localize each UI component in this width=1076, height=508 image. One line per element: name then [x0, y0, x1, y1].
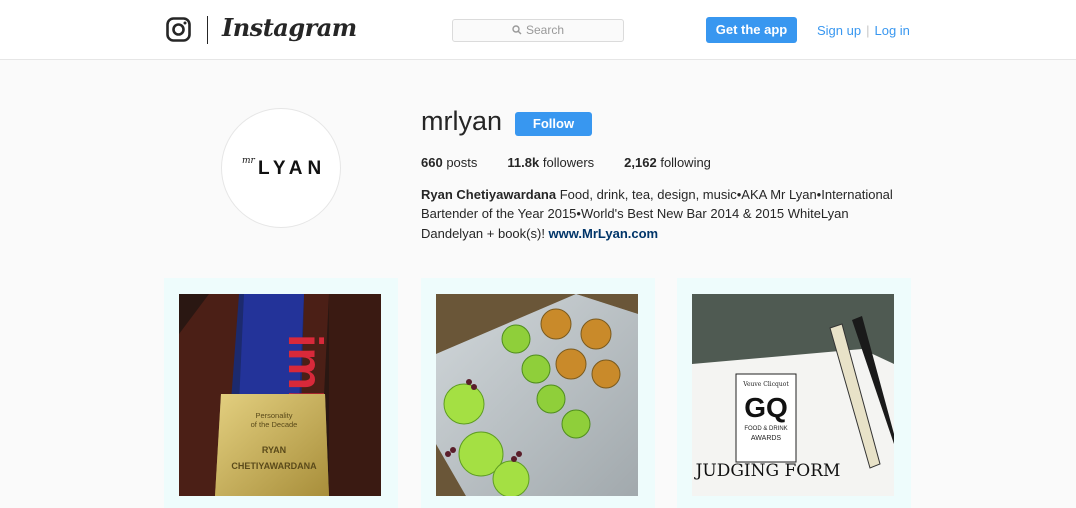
form-brand: Veuve Clicquot: [742, 381, 789, 388]
followers-count[interactable]: 11.8k followers: [507, 155, 594, 170]
instagram-wordmark[interactable]: Instagram: [222, 13, 357, 42]
profile-avatar: mr LYAN: [221, 108, 341, 228]
auth-separator: |: [866, 23, 870, 38]
full-name: Ryan Chetiyawardana: [421, 187, 557, 202]
plaque-line-2: of the Decade: [251, 420, 298, 429]
plaque-line-4: CHETIYAWARDANA: [231, 461, 317, 471]
form-line-food: FOOD & DRINK: [744, 426, 787, 432]
profile-stats: 660 posts 11.8k followers 2,162 following: [421, 155, 741, 170]
form-gq: GQ: [744, 392, 788, 423]
plaque-line-3: RYAN: [262, 445, 286, 455]
logo-divider: [207, 16, 208, 44]
profile-username: mrlyan: [421, 106, 503, 136]
website-link[interactable]: www.MrLyan.com: [549, 226, 659, 241]
get-the-app-button[interactable]: Get the app: [706, 17, 797, 43]
follow-button[interactable]: Follow: [515, 112, 592, 136]
log-in-link[interactable]: Log in: [874, 23, 909, 38]
auth-links: Sign up | Log in: [817, 23, 910, 38]
sign-up-link[interactable]: Sign up: [817, 23, 861, 38]
post-tile-3[interactable]: Veuve Clicquot GQ FOOD & DRINK AWARDS JU…: [677, 278, 911, 508]
posts-count: 660 posts: [421, 155, 478, 170]
avatar-logo-mr: mr: [242, 156, 255, 166]
top-navigation-bar: Instagram Search Get the app Sign up | Log…: [0, 0, 1076, 60]
form-title: JUDGING FORM: [694, 461, 841, 481]
post-tile-2[interactable]: [421, 278, 655, 508]
post-image-award-plaque[interactable]: imbibe Personality of the Decade RYAN CH…: [179, 294, 381, 496]
post-image-judging-form[interactable]: Veuve Clicquot GQ FOOD & DRINK AWARDS JU…: [692, 294, 894, 496]
search-input[interactable]: Search: [452, 19, 624, 42]
avatar-logo-lyan: LYAN: [258, 158, 327, 179]
following-count[interactable]: 2,162 following: [624, 155, 711, 170]
plaque-line-1: Personality: [255, 411, 292, 420]
post-image-cocktails[interactable]: [436, 294, 638, 496]
search-placeholder: Search: [525, 23, 565, 37]
post-tile-1[interactable]: imbibe Personality of the Decade RYAN CH…: [164, 278, 398, 508]
form-line-awards: AWARDS: [751, 435, 782, 442]
profile-bio: Ryan Chetiyawardana Food, drink, tea, de…: [421, 185, 911, 243]
search-icon: [512, 25, 522, 35]
instagram-camera-icon[interactable]: [166, 17, 191, 42]
